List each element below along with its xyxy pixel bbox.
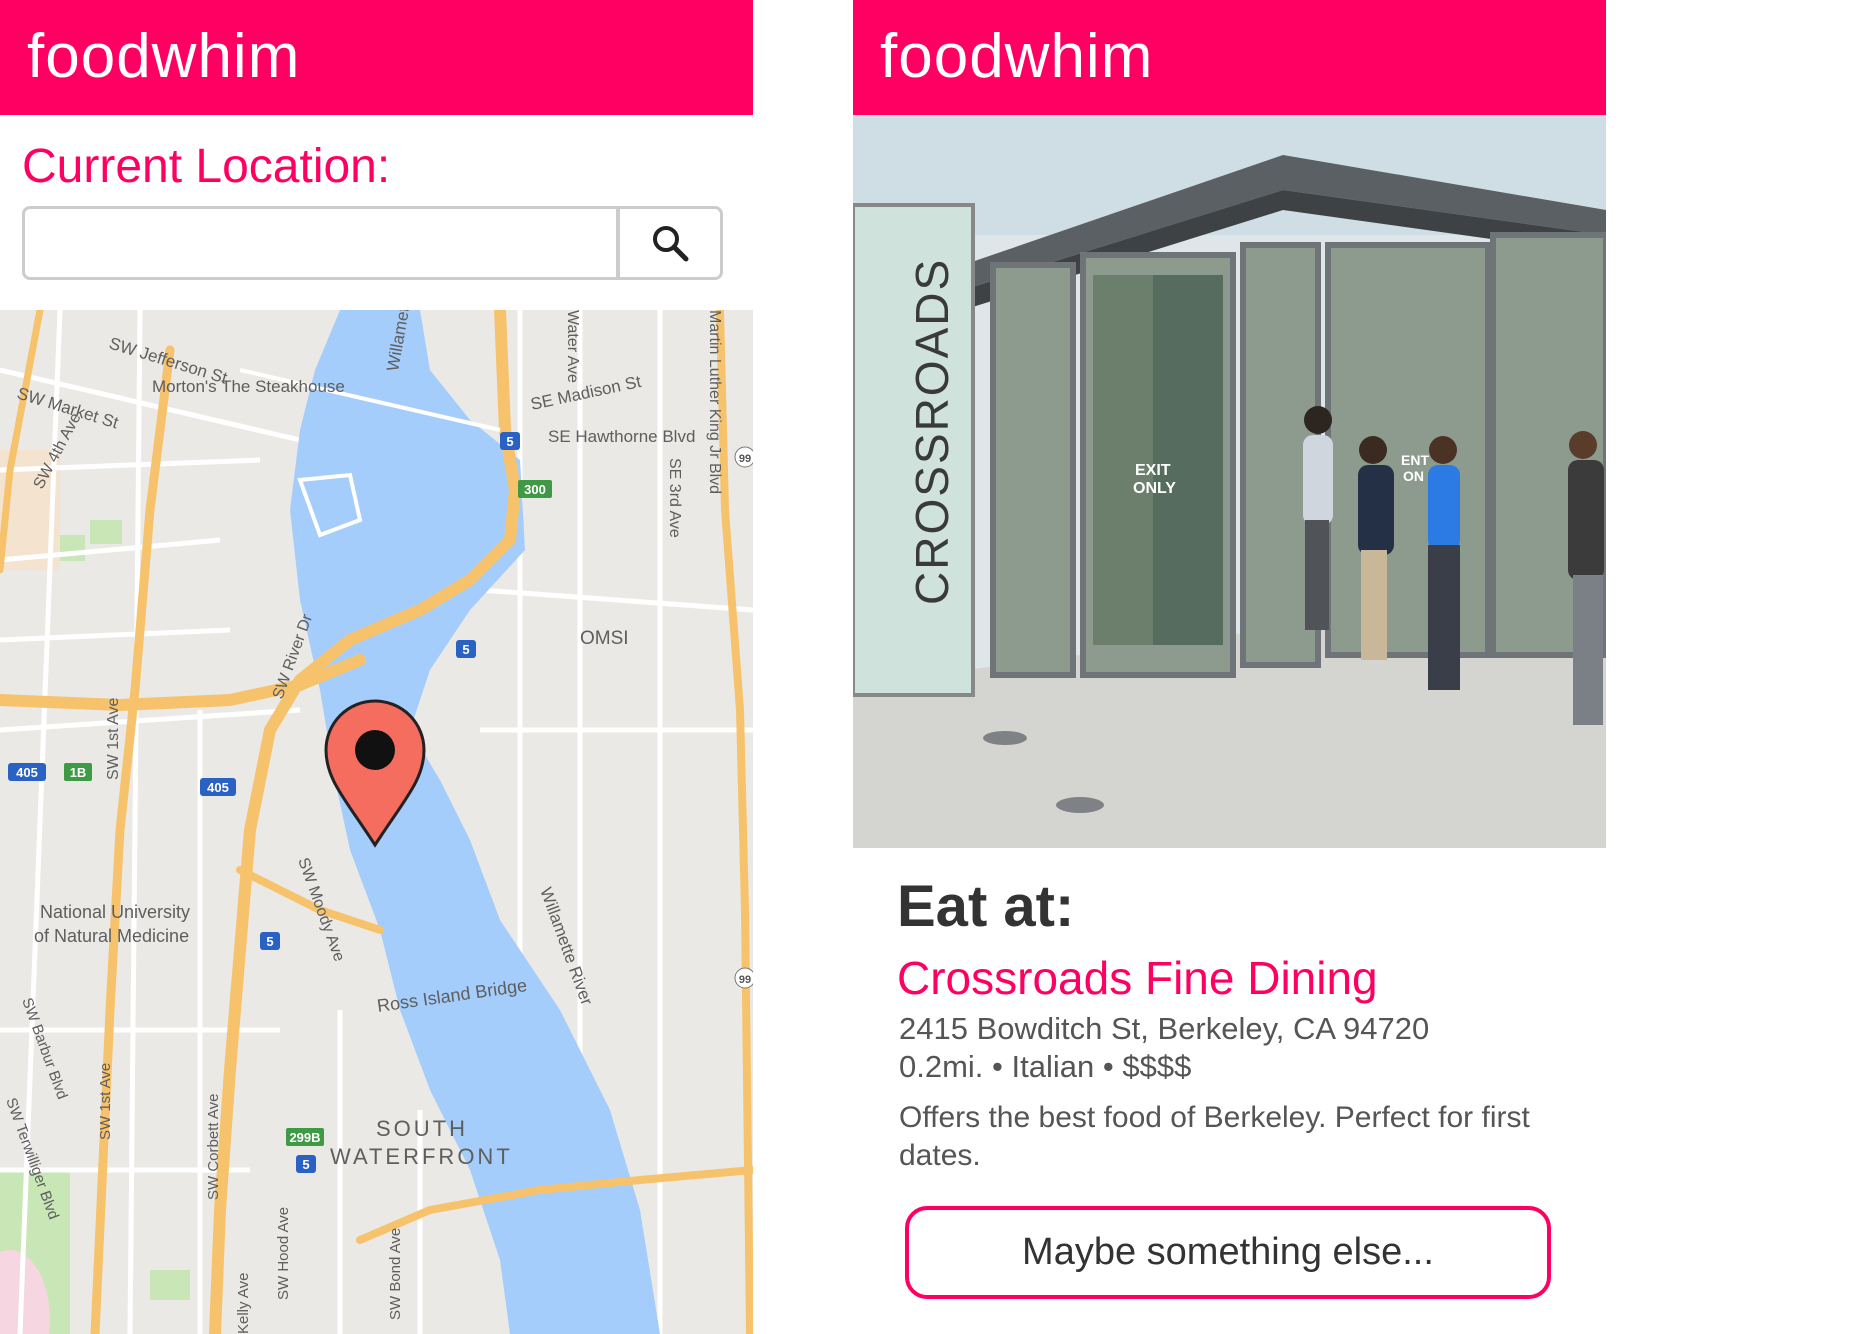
storefront-illustration: CROSSROADS EXIT ONLY ENT ON bbox=[853, 115, 1606, 848]
map-label: SW 1st Ave bbox=[105, 697, 122, 780]
location-search-input[interactable] bbox=[22, 206, 619, 280]
restaurant-cuisine: Italian bbox=[1011, 1049, 1095, 1084]
map-canvas[interactable]: SW Jefferson St Morton's The Steakhouse … bbox=[0, 310, 753, 1334]
app-title: foodwhim bbox=[27, 22, 301, 91]
map-label: SE Hawthorne Blvd bbox=[548, 427, 695, 446]
map-label: Martin Luther King Jr Blvd bbox=[706, 310, 723, 494]
shield-label: 1B bbox=[70, 765, 87, 780]
map-label: Water Ave bbox=[564, 310, 581, 383]
map-label: SW Bond Ave bbox=[387, 1228, 404, 1320]
shield-label: 5 bbox=[302, 1157, 309, 1172]
location-screen: foodwhim Current Location: SW Jefferson … bbox=[0, 0, 753, 1334]
meta-separator: • bbox=[992, 1049, 1003, 1084]
map-label: WATERFRONT bbox=[330, 1144, 513, 1169]
map-view[interactable]: SW Jefferson St Morton's The Steakhouse … bbox=[0, 310, 753, 1334]
map-label: Morton's The Steakhouse bbox=[152, 377, 345, 396]
app-title: foodwhim bbox=[880, 22, 1154, 91]
maybe-something-else-button[interactable]: Maybe something else... bbox=[905, 1206, 1551, 1299]
map-label: Kelly Ave bbox=[235, 1273, 252, 1334]
shield-label: 5 bbox=[266, 934, 273, 949]
park-area bbox=[150, 1270, 190, 1300]
shield-label: 299B bbox=[289, 1130, 320, 1145]
map-label: SE 3rd Ave bbox=[666, 458, 683, 538]
app-header: foodwhim bbox=[0, 0, 753, 115]
shield-label: 99 bbox=[739, 453, 751, 465]
map-label: SW 1st Ave bbox=[97, 1063, 114, 1140]
eat-at-label: Eat at: bbox=[897, 874, 1075, 939]
restaurant-address: 2415 Bowditch St, Berkeley, CA 94720 bbox=[899, 1011, 1430, 1046]
search-icon bbox=[653, 226, 689, 262]
shield-label: 99 bbox=[739, 974, 751, 986]
restaurant-description: Offers the best food of Berkeley. Perfec… bbox=[899, 1101, 1530, 1172]
restaurant-price: $$$$ bbox=[1122, 1049, 1192, 1084]
shield-label: 405 bbox=[207, 780, 229, 795]
door-sign: EXIT bbox=[1135, 462, 1171, 479]
map-label: OMSI bbox=[580, 628, 629, 649]
map-label: National University bbox=[40, 902, 190, 922]
app-header: foodwhim bbox=[853, 0, 1606, 115]
current-location-label: Current Location: bbox=[22, 140, 391, 193]
restaurant-name[interactable]: Crossroads Fine Dining bbox=[897, 950, 1378, 1006]
map-label: SW Hood Ave bbox=[275, 1207, 292, 1300]
restaurant-photo: CROSSROADS EXIT ONLY ENT ON bbox=[853, 115, 1606, 848]
restaurant-meta: 0.2mi. • Italian • $$$$ bbox=[899, 1048, 1191, 1086]
park-area bbox=[90, 520, 122, 544]
shield-label: 405 bbox=[16, 765, 38, 780]
map-label: SW Corbett Ave bbox=[205, 1094, 222, 1200]
result-screen: foodwhim CROSSROADS EXIT ONLY ENT ON Eat… bbox=[853, 0, 1606, 1334]
map-label: SOUTH bbox=[376, 1116, 468, 1141]
restaurant-distance: 0.2mi. bbox=[899, 1049, 984, 1084]
search-button[interactable] bbox=[617, 206, 723, 280]
shield-label: 5 bbox=[506, 434, 513, 449]
door-sign: ON bbox=[1403, 468, 1424, 484]
door-sign: ONLY bbox=[1133, 480, 1176, 497]
shield-label: 300 bbox=[524, 482, 546, 497]
map-label: of Natural Medicine bbox=[34, 926, 189, 946]
shield-label: 5 bbox=[462, 642, 469, 657]
door-sign: ENT bbox=[1401, 452, 1429, 468]
meta-separator: • bbox=[1102, 1049, 1114, 1084]
photo-sign: CROSSROADS bbox=[906, 258, 958, 605]
